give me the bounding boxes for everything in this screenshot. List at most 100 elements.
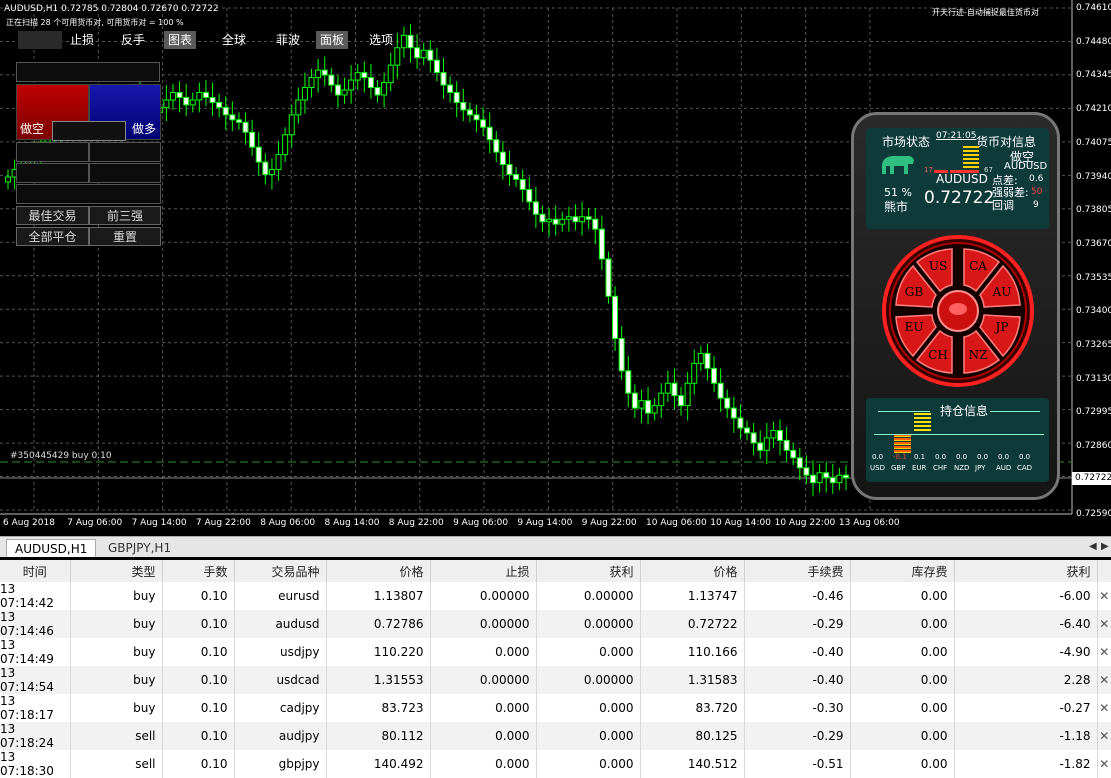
panel-cell[interactable] <box>89 163 161 183</box>
close-all-button[interactable]: 全部平仓 <box>16 227 89 246</box>
col-symbol[interactable]: 交易品种 <box>234 560 327 582</box>
time-tick-label: 7 Aug 22:00 <box>195 518 251 528</box>
tab-nav-left-icon[interactable]: ◀ <box>1089 541 1097 552</box>
table-cell: 0.000 <box>430 638 537 666</box>
menu-panel-button[interactable]: 面板 <box>316 31 349 49</box>
candle-body <box>486 126 493 141</box>
price-tick-label: 0.73670 <box>1076 238 1111 249</box>
candle-body <box>843 474 849 479</box>
panel-cell[interactable] <box>16 163 89 183</box>
table-row[interactable]: 13 07:18:24 sell 0.10 audjpy 80.112 0.000 0.00… <box>0 722 1111 750</box>
menu-chart-button[interactable]: 图表 <box>164 31 197 49</box>
table-cell: 0.000 <box>536 750 641 778</box>
col-tp[interactable]: 获利 <box>536 560 641 582</box>
panel-cell[interactable] <box>89 142 161 162</box>
close-order-icon[interactable]: ✕ <box>1097 610 1111 638</box>
table-row[interactable]: 13 07:14:46 buy 0.10 audusd 0.72786 0.00000 0.… <box>0 610 1111 638</box>
candle-body <box>546 218 553 223</box>
col-profit[interactable]: 获利 <box>954 560 1098 582</box>
close-order-icon[interactable]: ✕ <box>1097 722 1111 750</box>
candle-body <box>341 89 348 96</box>
symbol-info: AUDUSD,H1 0.72785 0.72804 0.72670 0.7272… <box>4 4 219 14</box>
position-currency: JPY <box>975 464 986 472</box>
col-time[interactable]: 时间 <box>0 560 71 582</box>
table-cell: usdjpy <box>234 638 327 666</box>
col-price[interactable]: 价格 <box>640 560 745 582</box>
table-cell: 13 07:14:46 <box>0 610 71 638</box>
table-cell: buy <box>70 666 163 694</box>
close-order-icon[interactable]: ✕ <box>1097 694 1111 722</box>
time-tick-label: 8 Aug 14:00 <box>324 518 380 528</box>
menu-stoploss-button[interactable]: 止损 <box>66 31 98 49</box>
price-chart[interactable]: AUDUSD,H1 0.72785 0.72804 0.72670 0.7272… <box>0 0 1111 534</box>
candle-body <box>658 392 665 407</box>
candle-body <box>803 467 810 476</box>
menu-global-button[interactable]: 全球 <box>218 31 250 49</box>
tab-gbpjpy[interactable]: GBPJPY,H1 <box>100 539 179 557</box>
candle-body <box>361 72 368 79</box>
candle-body <box>704 352 711 369</box>
table-cell: 0.000 <box>536 722 641 750</box>
candle-body <box>255 146 262 163</box>
table-row[interactable]: 13 07:14:42 buy 0.10 eurusd 1.13807 0.00000 0.… <box>0 582 1111 610</box>
price-tick-label: 0.73265 <box>1076 340 1111 350</box>
candle-body <box>717 382 724 399</box>
candle-body <box>513 174 520 180</box>
best-trade-button[interactable]: 最佳交易 <box>16 206 89 225</box>
col-lots[interactable]: 手数 <box>162 560 235 582</box>
table-cell: -6.00 <box>954 582 1098 610</box>
gauge-left-value: 17 <box>924 166 933 174</box>
market-status-screen: 市场状态 07:21:05 货币对信息 51 % 熊市 AUDUSD 0.727… <box>866 128 1049 229</box>
table-row[interactable]: 13 07:18:30 sell 0.10 gbpjpy 140.492 0.000 0.0… <box>0 750 1111 778</box>
menu-fibo-button[interactable]: 菲波 <box>272 31 304 49</box>
table-cell: -0.51 <box>744 750 851 778</box>
time-tick-label: 10 Aug 14:00 <box>710 518 771 528</box>
col-commission[interactable]: 手续费 <box>744 560 851 582</box>
candle-body <box>348 79 355 91</box>
price-tick-label: 0.74610 <box>1076 3 1111 13</box>
time-tick-label: 9 Aug 06:00 <box>453 518 509 528</box>
candle-body <box>605 258 612 297</box>
tab-nav-right-icon[interactable]: ▶ <box>1101 541 1109 552</box>
col-swap[interactable]: 库存费 <box>850 560 955 582</box>
top-three-button[interactable]: 前三强 <box>89 206 161 225</box>
table-cell: 1.31553 <box>326 666 431 694</box>
table-cell: audusd <box>234 610 327 638</box>
scan-info: 正在扫描 28 个可用货币对, 可用货币对 = 100 % <box>6 18 184 27</box>
chart-tabs: AUDUSD,H1 GBPJPY,H1 ◀ ▶ <box>0 536 1111 557</box>
table-row[interactable]: 13 07:14:54 buy 0.10 usdcad 1.31553 0.00000 0.… <box>0 666 1111 694</box>
col-sl[interactable]: 止损 <box>430 560 537 582</box>
close-order-icon[interactable]: ✕ <box>1097 750 1111 778</box>
candle-body <box>480 119 487 128</box>
position-value: 0.0 <box>935 453 947 461</box>
panel-cell[interactable] <box>16 184 161 204</box>
currency-wheel[interactable]: US CA GB AU EU JP CH NZ <box>880 235 1036 387</box>
close-order-icon[interactable]: ✕ <box>1097 666 1111 694</box>
menu-reverse-button[interactable]: 反手 <box>117 31 149 49</box>
table-row[interactable]: 13 07:14:49 buy 0.10 usdjpy 110.220 0.000 0.00… <box>0 638 1111 666</box>
table-cell: 140.492 <box>326 750 431 778</box>
pullback-value: 9 <box>1033 200 1039 210</box>
candle-body <box>163 99 170 108</box>
price-tick-label: 0.73130 <box>1076 373 1111 384</box>
time-tick-label: 8 Aug 06:00 <box>260 518 316 528</box>
tab-audusd[interactable]: AUDUSD,H1 <box>6 539 97 557</box>
close-order-icon[interactable]: ✕ <box>1097 582 1111 610</box>
menu-blank-button[interactable] <box>18 31 62 49</box>
clock: 07:21:05 <box>936 131 977 141</box>
reset-button[interactable]: 重置 <box>89 227 161 246</box>
candle-body <box>308 77 315 89</box>
table-row[interactable]: 13 07:18:17 buy 0.10 cadjpy 83.723 0.000 0.000… <box>0 694 1111 722</box>
lot-size-input[interactable] <box>52 121 126 141</box>
candle-body <box>407 34 414 49</box>
menu-options-button[interactable]: 选项 <box>365 31 397 49</box>
col-open-price[interactable]: 价格 <box>326 560 431 582</box>
candle-body <box>262 161 269 176</box>
panel-cell[interactable] <box>16 142 89 162</box>
table-cell: 80.112 <box>326 722 431 750</box>
position-title: 持仓信息 <box>940 404 989 418</box>
candle-body <box>631 392 638 409</box>
gauge-bar-red <box>934 170 948 173</box>
col-type[interactable]: 类型 <box>70 560 163 582</box>
close-order-icon[interactable]: ✕ <box>1097 638 1111 666</box>
